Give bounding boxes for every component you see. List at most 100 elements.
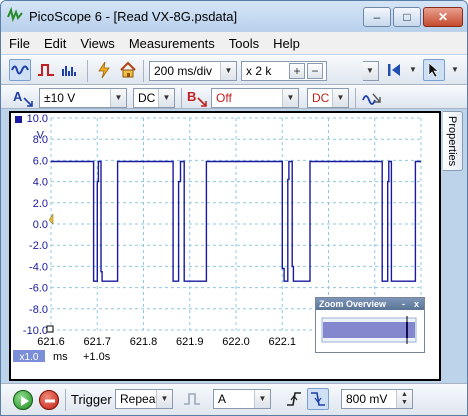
channel-a-range-value: ±10 V [44,91,76,105]
zoom-overview-close[interactable]: x [414,298,419,310]
picoscope-app-icon [7,7,23,23]
menu-file[interactable]: File [9,36,30,51]
trigger-threshold-value: 800 mV [346,392,388,406]
zoom-overview-title: Zoom Overview [319,299,387,309]
chevron-down-icon: ▼ [332,89,348,107]
zoom-overview-panel[interactable]: Zoom Overview - x [315,297,425,353]
close-button[interactable]: ✕ [423,7,463,27]
lightning-icon [98,61,110,79]
zoom-overview-titlebar[interactable]: Zoom Overview - x [316,298,424,310]
main-toolbar: 200 ms/div ▼ x 2 k + − ▼ ▼ ▼ [1,55,467,85]
falling-edge-button[interactable] [307,388,329,410]
zoom-overview-minimize[interactable]: - [402,298,405,310]
scope-wave-icon [11,65,29,75]
rising-edge-button[interactable] [283,388,305,410]
y-tick-label: -2.0 [29,240,48,252]
maximize-button[interactable]: □ [393,7,421,27]
timebase-select[interactable]: 200 ms/div ▼ [149,61,237,81]
properties-tab[interactable]: Properties [443,111,463,171]
channel-a-options-icon[interactable] [23,97,33,107]
trigger-mode-value: Repeat [120,392,159,406]
channel-b-range-value: Off [216,91,232,105]
channel-a-coupling-value: DC [138,91,156,105]
toolbar-separator [87,60,88,82]
default-setup-button[interactable] [117,59,139,81]
start-button[interactable] [13,390,33,410]
y-tick-label: 10.0 [27,113,48,125]
chevron-down-icon: ▼ [156,390,172,408]
trigger-channel-select[interactable]: A ▼ [213,389,271,409]
trigger-bar: Trigger Repeat ▼ A ▼ 800 mV ▲ ▼ [1,383,467,415]
menu-help[interactable]: Help [273,36,300,51]
zoom-badge-label: x1.0 [20,352,39,363]
advanced-trigger-icon [184,393,200,405]
menu-views[interactable]: Views [80,36,114,51]
trigger-mode-select[interactable]: Repeat ▼ [115,389,173,409]
menu-edit[interactable]: Edit [44,36,66,51]
trigger-threshold-input[interactable]: 800 mV ▲ ▼ [341,389,413,409]
persistence-mode-button[interactable] [35,59,57,81]
menu-measurements[interactable]: Measurements [129,36,215,51]
go-to-start-button[interactable] [383,59,405,81]
trigger-channel-value: A [218,392,227,406]
rising-edge-icon [287,392,301,406]
zoom-plus-button[interactable]: + [289,63,305,79]
zoom-minus-button[interactable]: − [307,63,323,79]
toolbar-dropdown[interactable]: ▼ [362,61,379,81]
channel-wave-icon [362,93,381,105]
channel-b-options-icon[interactable] [197,97,207,107]
x-tick-label: 622.1 [268,336,296,348]
chevron-down-icon: ▼ [220,62,236,80]
channel-a-marker [15,116,22,123]
chevron-down-icon: ▼ [362,62,378,80]
channel-options-button[interactable] [361,87,383,109]
toolbar-separator [181,88,182,108]
scope-view[interactable]: 10.0 8.0 6.0 4.0 2.0 0.0 -2.0 -4.0 -6.0 -8.0 -10.0… [9,111,441,381]
title-bar[interactable]: PicoScope 6 - [Read VX-8G.psdata] – □ ✕ [1,1,467,31]
x-offset-label: +1.0s [83,351,111,363]
chevron-down-icon: ▼ [409,65,417,74]
x-tick-label: 622.0 [222,336,250,348]
y-tick-label: -8.0 [29,304,48,316]
channel-toolbar: A ±10 V ▼ DC ▼ B Off ▼ DC ▼ [1,85,467,109]
advanced-trigger-button[interactable] [181,388,203,410]
falling-edge-icon [311,392,325,406]
channel-b-coupling-select[interactable]: DC ▼ [307,88,349,108]
menu-tools[interactable]: Tools [229,36,259,51]
menu-bar: File Edit Views Measurements Tools Help [1,32,467,54]
channel-b-range-select[interactable]: Off ▼ [211,88,299,108]
x-tick-label: 621.9 [176,336,204,348]
window-title: PicoScope 6 - [Read VX-8G.psdata] [29,9,238,24]
x-tick-label: 621.7 [83,336,111,348]
y-tick-label: -6.0 [29,283,48,295]
channel-a-range-select[interactable]: ±10 V ▼ [39,88,127,108]
y-tick-label: 0.0 [33,219,48,231]
stop-button[interactable] [39,390,59,410]
x-tick-label: 621.6 [37,336,65,348]
chevron-down-icon: ▼ [451,65,459,74]
picoscope-window: PicoScope 6 - [Read VX-8G.psdata] – □ ✕ … [0,0,468,416]
nav-dropdown[interactable]: ▼ [407,61,419,81]
spectrum-mode-button[interactable] [59,59,81,81]
stop-icon [45,399,55,403]
tool-dropdown[interactable]: ▼ [449,61,461,81]
auto-setup-button[interactable] [93,59,115,81]
y-tick-label: 6.0 [33,155,48,167]
origin-marker [46,325,54,333]
channel-a-coupling-select[interactable]: DC ▼ [133,88,175,108]
zoom-overview-plot[interactable] [316,310,424,352]
x-tick-label: 621.8 [130,336,158,348]
channel-a-label[interactable]: A [13,89,22,104]
channel-b-label[interactable]: B [187,89,196,104]
scope-mode-button[interactable] [9,59,31,81]
spinner-icon[interactable]: ▲ ▼ [396,390,412,408]
toolbar-separator [143,60,144,82]
toolbar-separator [355,88,356,108]
minimize-button[interactable]: – [363,7,391,27]
zoom-value: x 2 k [246,64,272,78]
chevron-down-icon: ▼ [254,390,270,408]
pointer-tool-button[interactable] [423,59,445,81]
y-tick-label: 4.0 [33,177,48,189]
channel-b-coupling-value: DC [312,91,330,105]
chevron-down-icon: ▼ [158,89,174,107]
